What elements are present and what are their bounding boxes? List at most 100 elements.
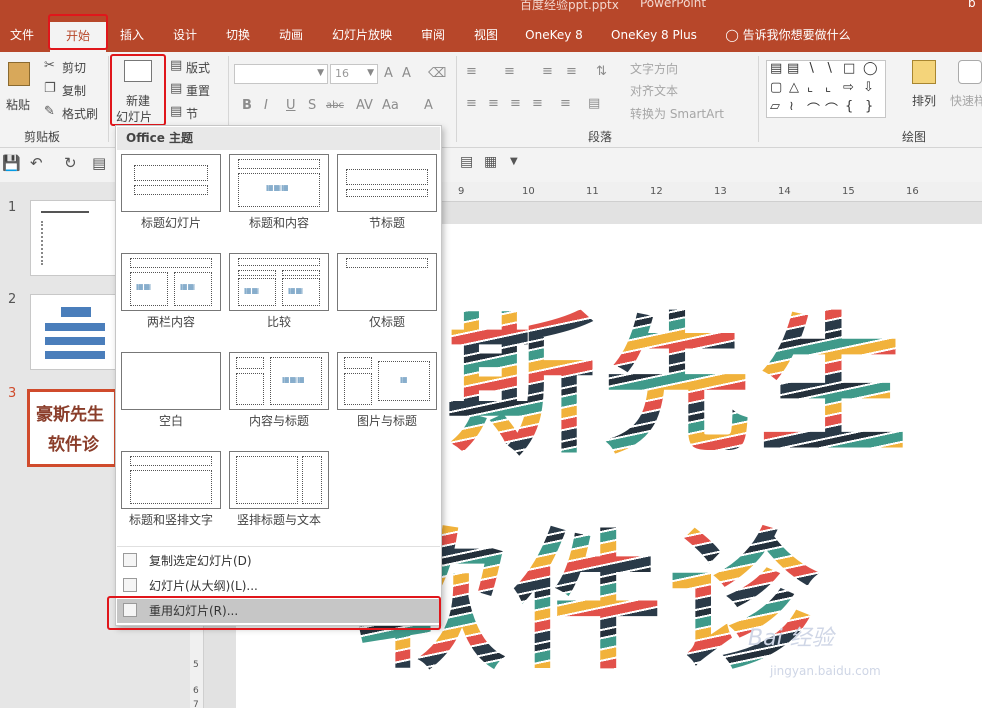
strikethrough-icon[interactable]: abc [326,100,344,111]
tab-file[interactable]: 文件 [2,18,42,52]
align-center-icon[interactable]: ≡ [488,96,499,111]
copy-button[interactable]: 复制 [62,82,86,99]
theme-header: Office 主题 [117,127,440,150]
tab-animations[interactable]: 动画 [269,18,313,52]
grow-font-icon[interactable]: A [384,66,393,81]
layout-section-header[interactable] [337,154,437,212]
decrease-indent-icon[interactable]: ≡ [542,64,553,79]
underline-icon[interactable]: U [286,98,296,113]
change-case-icon[interactable]: Aa [382,98,399,113]
slide-thumbnail-3[interactable]: 豪斯先生 软件诊 [27,389,117,467]
layout-picture-caption[interactable]: ▦ [337,352,437,410]
app-name: PowerPoint [640,0,707,10]
slide-thumbnail-2[interactable] [30,294,120,370]
tab-insert[interactable]: 插入 [110,18,154,52]
tab-onekey8plus[interactable]: OneKey 8 Plus [602,18,706,52]
char-spacing-icon[interactable]: AV [356,98,373,113]
justify-icon[interactable]: ≡ [532,96,543,111]
elbow-shape-icon[interactable]: ⌞ [807,80,813,95]
outline-icon [123,578,137,592]
layout-vertical-title-text[interactable] [229,451,329,509]
arrange-button[interactable]: 排列 [906,56,946,124]
tab-design[interactable]: 设计 [163,18,207,52]
slides-from-outline-item[interactable]: 幻灯片(从大纲)(L)... [117,574,440,598]
layout-button[interactable]: 版式 [186,59,210,76]
distribute-icon[interactable]: ≡ [560,96,571,111]
section-button[interactable]: 节 [186,105,198,122]
format-painter-button[interactable]: 格式刷 [62,105,98,122]
paste-button[interactable]: 粘贴 [4,58,36,112]
rect-shape-icon[interactable]: □ [843,61,855,76]
right-arrow-shape-icon[interactable]: ⇨ [843,80,854,95]
font-color-icon[interactable]: A [424,98,433,113]
save-icon[interactable]: 💾 [2,154,21,172]
tab-slideshow[interactable]: 幻灯片放映 [322,18,402,52]
align-right-icon[interactable]: ≡ [510,96,521,111]
textbox-shape-icon[interactable]: ▤ [770,61,782,76]
grid-tool-icon[interactable]: ▦ [484,154,497,170]
align-tool-icon[interactable]: ▤ [460,154,473,170]
align-left-icon[interactable]: ≡ [466,96,477,111]
paste-label: 粘贴 [6,98,31,112]
shapes-gallery[interactable]: ▤ ▤ ∖ ∖ □ ◯ ▢ △ ⌞ ⌞ ⇨ ⇩ ▱ ≀ ⌒ ⌒ { } [766,60,886,118]
tab-transitions[interactable]: 切换 [216,18,260,52]
text-direction-button[interactable]: 文字方向 [630,60,678,77]
paragraph-group-label: 段落 [588,130,613,144]
tell-me-text: 告诉我你想要做什么 [742,28,851,42]
slide-thumbnail-1[interactable] [30,200,120,276]
line2-shape-icon[interactable]: ∖ [825,61,833,76]
italic-icon[interactable]: I [264,98,268,113]
slide-title-line1[interactable]: 斯先生 [446,302,914,472]
font-name-combo[interactable]: ▼ [234,64,328,84]
layout-two-content[interactable]: ▦▦ ▦▦ [121,253,221,311]
undo-icon[interactable]: ↶ [30,154,43,172]
oval-shape-icon[interactable]: ◯ [863,61,878,76]
layout-title-content[interactable]: ▦▦▦ [229,154,329,212]
arrange-label: 排列 [912,94,937,108]
layout-title-slide[interactable] [121,154,221,212]
layout-blank[interactable] [121,352,221,410]
increase-indent-icon[interactable]: ≡ [566,64,577,79]
line-spacing-icon[interactable]: ⇅ [596,64,607,79]
line-shape-icon[interactable]: ∖ [807,61,815,76]
bullets-icon[interactable]: ≡ [466,64,477,79]
columns-icon[interactable]: ▤ [588,96,600,111]
brace-right-shape-icon[interactable]: } [865,99,873,114]
shadow-icon[interactable]: S [308,98,316,113]
triangle-shape-icon[interactable]: △ [789,80,799,95]
customize-qat-icon[interactable]: ▼ [510,156,518,167]
layout-title-only[interactable] [337,253,437,311]
layout-title-vertical-text[interactable] [121,451,221,509]
layout-content-caption[interactable]: ▦▦▦ [229,352,329,410]
freeform-shape-icon[interactable]: ▱ [770,99,780,114]
elbow2-shape-icon[interactable]: ⌞ [825,80,831,95]
align-text-button[interactable]: 对齐文本 [630,82,678,99]
arc-shape-icon[interactable]: ⌒ [807,99,820,118]
layout-label: 空白 [158,414,183,428]
tab-onekey8[interactable]: OneKey 8 [518,18,590,52]
curve-shape-icon[interactable]: ≀ [789,99,794,114]
font-size-combo[interactable]: 16 ▼ [330,64,378,84]
placeholder-box [130,456,212,466]
tell-me-box[interactable]: ◯ 告诉我你想要做什么 [718,18,858,52]
clear-format-icon[interactable]: ⌫ [428,66,446,81]
down-arrow-shape-icon[interactable]: ⇩ [863,80,874,95]
convert-smartart-button[interactable]: 转换为 SmartArt [630,105,724,122]
redo-icon[interactable]: ↻ [64,154,77,172]
tab-view[interactable]: 视图 [464,18,508,52]
arc2-shape-icon[interactable]: ⌒ [825,99,838,118]
cut-button[interactable]: 剪切 [62,59,86,76]
rounded-rect-shape-icon[interactable]: ▢ [770,80,782,95]
numbering-icon[interactable]: ≡ [504,64,515,79]
tab-review[interactable]: 审阅 [411,18,455,52]
bold-icon[interactable]: B [242,98,252,113]
duplicate-slide-item[interactable]: 复制选定幻灯片(D) [117,549,440,573]
present-icon[interactable]: ▤ [92,154,106,172]
brace-left-shape-icon[interactable]: { [845,99,853,114]
quick-styles-button[interactable]: 快速样 [948,56,982,124]
vertical-textbox-shape-icon[interactable]: ▤ [787,61,799,76]
reset-button[interactable]: 重置 [186,82,210,99]
layout-comparison[interactable]: ▦▦ ▦▦ [229,253,329,311]
thumb-org-node [61,307,91,317]
shrink-font-icon[interactable]: A [402,66,411,81]
